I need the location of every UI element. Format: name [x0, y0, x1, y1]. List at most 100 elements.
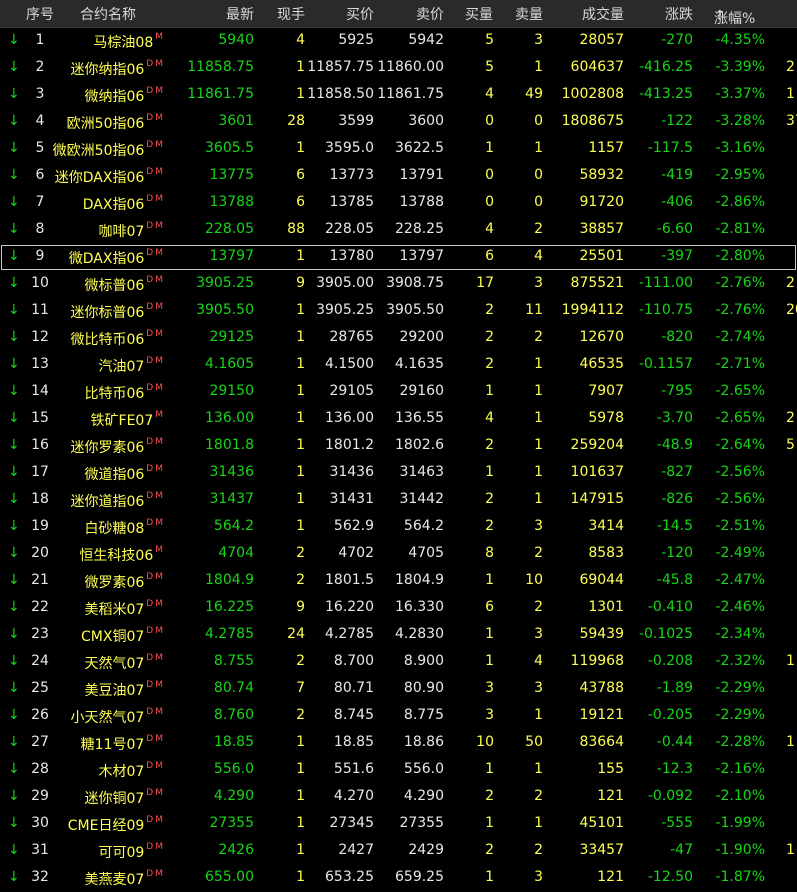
- table-row[interactable]: ↓ 14 比特币06 DM 29150 1 29105 29160 1 1 7907 -795 -2.6…: [0, 379, 797, 406]
- ask-qty: 2: [534, 329, 543, 345]
- down-arrow-icon: ↓: [8, 680, 20, 696]
- current-hand: 1: [296, 788, 305, 804]
- change-pct: -2.49%: [715, 545, 765, 561]
- volume: 33457: [579, 842, 624, 858]
- table-row[interactable]: ↓ 15 铁矿FE07 M 136.00 1 136.00 136.55 4 1 5978 -3.70…: [0, 406, 797, 433]
- ask-price: 18.86: [403, 734, 444, 750]
- contract-name-text: 马棕油08: [93, 35, 154, 51]
- ask-qty: 3: [534, 869, 543, 885]
- contract-name: 天然气07 DM: [84, 653, 165, 673]
- bid-qty: 1: [485, 572, 494, 588]
- col-header-change[interactable]: 涨跌: [665, 4, 693, 24]
- contract-name: 欧洲50指06 DM: [67, 113, 165, 133]
- contract-name-text: 微道指06: [84, 467, 145, 483]
- contract-name-text: 微纳指06: [84, 89, 145, 105]
- contract-flag: M: [155, 545, 165, 555]
- ask-price: 13791: [399, 167, 444, 183]
- row-index: 19: [31, 518, 49, 534]
- table-row[interactable]: ↓ 13 汽油07 DM 4.1605 1 4.1500 4.1635 2 1 46535 -0.11…: [0, 352, 797, 379]
- contract-name-text: 白砂糖08: [84, 521, 145, 537]
- table-row[interactable]: ↓ 19 白砂糖08 DM 564.2 1 562.9 564.2 2 3 3414 -14.5 -2.…: [0, 514, 797, 541]
- volume: 83664: [579, 734, 624, 750]
- table-row[interactable]: ↓ 12 微比特币06 DM 29125 1 28765 29200 2 2 12670 -820 -2…: [0, 325, 797, 352]
- ask-price: 3622.5: [395, 140, 444, 156]
- col-header-name[interactable]: 合约名称: [80, 4, 136, 24]
- col-header-ask-qty[interactable]: 卖量: [515, 4, 543, 24]
- bid-qty: 1: [485, 626, 494, 642]
- table-row[interactable]: ↓ 25 美豆油07 DM 80.74 7 80.71 80.90 3 3 43788 -1.89 -2…: [0, 676, 797, 703]
- table-row[interactable]: ↓ 18 迷你道指06 DM 31437 1 31431 31442 2 1 147915 -826 -…: [0, 487, 797, 514]
- contract-name-text: 美燕麦07: [84, 872, 145, 888]
- table-row[interactable]: ↓ 24 天然气07 DM 8.755 2 8.700 8.900 1 4 119968 -0.208…: [0, 649, 797, 676]
- row-index: 13: [31, 356, 49, 372]
- ask-qty: 4: [534, 248, 543, 264]
- row-index: 12: [31, 329, 49, 345]
- table-row[interactable]: ↓ 20 恒生科技06 M 4704 2 4702 4705 8 2 8583 -120 -2.49%: [0, 541, 797, 568]
- ask-qty: 0: [534, 113, 543, 129]
- bid-price: 31431: [329, 491, 374, 507]
- bid-qty: 6: [485, 599, 494, 615]
- down-arrow-icon: ↓: [8, 221, 20, 237]
- clipped-cell: 1: [786, 734, 795, 750]
- ask-price: 3600: [408, 113, 444, 129]
- table-row[interactable]: ↓ 6 迷你DAX指06 DM 13775 6 13773 13791 0 0 58932 -419-…: [0, 163, 797, 190]
- last-price: 556.0: [213, 761, 254, 777]
- row-index: 2: [35, 59, 45, 75]
- contract-flag: M: [155, 410, 165, 420]
- contract-name-text: 汽油07: [98, 359, 145, 375]
- table-row[interactable]: ↓ 22 美稻米07 DM 16.225 9 16.220 16.330 6 2 1301 -0.41…: [0, 595, 797, 622]
- current-hand: 28: [287, 113, 305, 129]
- table-row[interactable]: ↓ 9 微DAX指06 DM 13797 1 13780 13797 6 4 25501 -397 -2…: [0, 244, 797, 271]
- row-index: 26: [31, 707, 49, 723]
- bid-price: 3595.0: [325, 140, 374, 156]
- down-arrow-icon: ↓: [8, 815, 20, 831]
- down-arrow-icon: ↓: [8, 32, 20, 48]
- table-row[interactable]: ↓ 2 迷你纳指06 DM 11858.75 1 11857.75 11860.00 5 1 604…: [0, 55, 797, 82]
- change-pct: -4.35%: [715, 32, 765, 48]
- table-row[interactable]: ↓ 4 欧洲50指06 DM 3601 28 3599 3600 0 0 1808675 -122 -3…: [0, 109, 797, 136]
- last-price: 29125: [209, 329, 254, 345]
- table-row[interactable]: ↓ 32 美燕麦07 DM 655.00 1 653.25 659.25 1 3 121 -12.50…: [0, 865, 797, 892]
- ask-qty: 0: [534, 167, 543, 183]
- contract-flag: DM: [146, 221, 165, 231]
- change-pct: -2.56%: [715, 491, 765, 507]
- change-pct: -2.29%: [715, 680, 765, 696]
- col-header-ask[interactable]: 卖价: [416, 4, 444, 24]
- table-row[interactable]: ↓ 1 马棕油08 M 5940 4 5925 5942 5 3 28057 -270 -4.35%: [0, 28, 797, 55]
- bid-price: 2427: [338, 842, 374, 858]
- current-hand: 1: [296, 410, 305, 426]
- table-row[interactable]: ↓ 5 微欧洲50指06 DM 3605.5 1 3595.0 3622.5 1 1 1157 -11…: [0, 136, 797, 163]
- table-row[interactable]: ↓ 16 迷你罗素06 DM 1801.8 1 1801.2 1802.6 2 1 259204 -4…: [0, 433, 797, 460]
- col-header-volume[interactable]: 成交量: [582, 4, 624, 24]
- contract-name-text: 迷你罗素06: [70, 440, 145, 456]
- current-hand: 4: [296, 32, 305, 48]
- clipped-cell: 20: [786, 302, 797, 318]
- table-row[interactable]: ↓ 23 CMX铜07 DM 4.2785 24 4.2785 4.2830 1 3 59439 -0…: [0, 622, 797, 649]
- row-index: 31: [31, 842, 49, 858]
- table-row[interactable]: ↓ 31 可可09 DM 2426 1 2427 2429 2 2 33457 -47 -1.90% 1: [0, 838, 797, 865]
- ask-price: 3908.75: [386, 275, 444, 291]
- table-row[interactable]: ↓ 30 CME日经09 DM 27355 1 27345 27355 1 1 45101 -555 -…: [0, 811, 797, 838]
- table-row[interactable]: ↓ 11 迷你标普06 DM 3905.50 1 3905.25 3905.50 2 11 1994…: [0, 298, 797, 325]
- table-row[interactable]: ↓ 3 微纳指06 DM 11861.75 1 11858.50 11861.75 4 49 100…: [0, 82, 797, 109]
- bid-price: 8.700: [333, 653, 374, 669]
- table-row[interactable]: ↓ 10 微标普06 DM 3905.25 9 3905.00 3908.75 17 3 87552…: [0, 271, 797, 298]
- col-header-index[interactable]: 序号: [20, 4, 60, 24]
- col-header-bid[interactable]: 买价: [346, 4, 374, 24]
- table-row[interactable]: ↓ 26 小天然气07 DM 8.760 2 8.745 8.775 3 1 19121 -0.205…: [0, 703, 797, 730]
- table-row[interactable]: ↓ 17 微道指06 DM 31436 1 31436 31463 1 1 101637 -827 -2…: [0, 460, 797, 487]
- change-pct: -2.28%: [715, 734, 765, 750]
- contract-name: 微比特币06 DM: [70, 329, 165, 349]
- contract-name: 可可09 DM: [98, 842, 165, 862]
- table-row[interactable]: ↓ 21 微罗素06 DM 1804.9 2 1801.5 1804.9 1 10 69044 -45…: [0, 568, 797, 595]
- col-header-last[interactable]: 最新: [226, 4, 254, 24]
- table-row[interactable]: ↓ 28 木材07 DM 556.0 1 551.6 556.0 1 1 155 -12.3 -2.16…: [0, 757, 797, 784]
- change-pct: -3.37%: [715, 86, 765, 102]
- table-row[interactable]: ↓ 29 迷你铜07 DM 4.290 1 4.270 4.290 2 2 121 -0.092 -2.…: [0, 784, 797, 811]
- table-row[interactable]: ↓ 8 咖啡07 DM 228.05 88 228.05 228.25 4 2 38857 -6.60…: [0, 217, 797, 244]
- table-row[interactable]: ↓ 7 DAX指06 DM 13788 6 13785 13788 0 0 91720 -406 -2.…: [0, 190, 797, 217]
- table-row[interactable]: ↓ 27 糖11号07 DM 18.85 1 18.85 18.86 10 50 83664 -0.4…: [0, 730, 797, 757]
- contract-name: 迷你标普06 DM: [70, 302, 165, 322]
- col-header-hand[interactable]: 现手: [277, 4, 305, 24]
- col-header-bid-qty[interactable]: 买量: [465, 4, 493, 24]
